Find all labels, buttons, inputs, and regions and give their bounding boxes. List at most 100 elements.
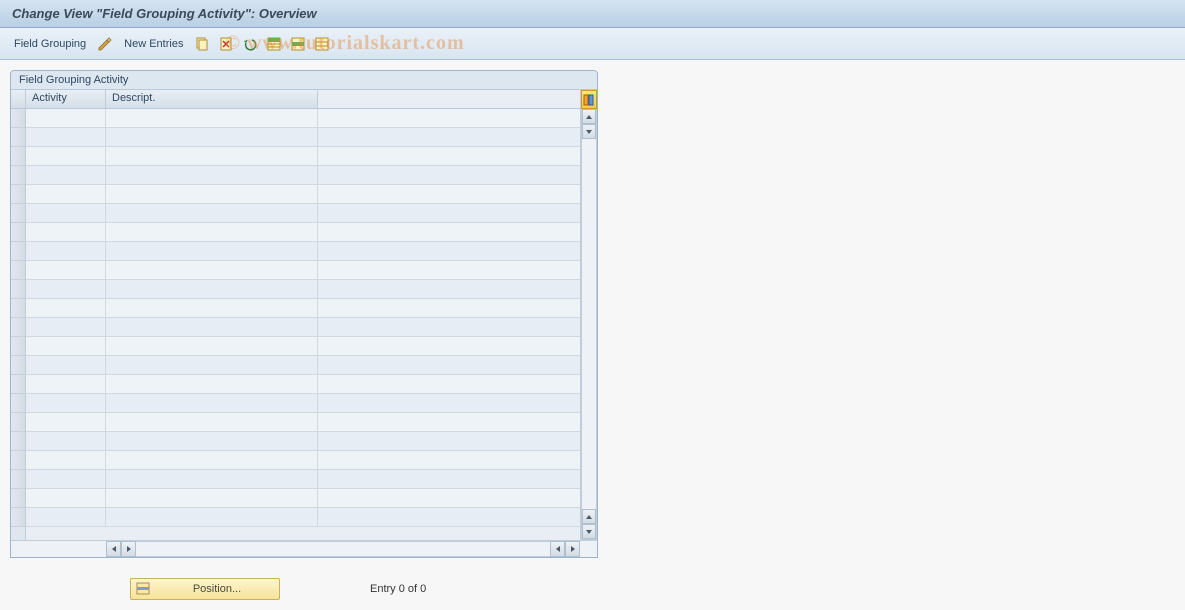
display-change-icon[interactable] <box>96 35 114 53</box>
row-selector[interactable] <box>11 280 25 299</box>
descript-input[interactable] <box>106 489 317 507</box>
position-icon <box>135 581 153 597</box>
activity-input[interactable] <box>26 166 105 184</box>
row-selector[interactable] <box>11 451 25 470</box>
descript-input[interactable] <box>106 280 317 298</box>
column-header-activity[interactable]: Activity <box>26 90 106 108</box>
scroll-left-icon[interactable] <box>106 541 121 557</box>
activity-input[interactable] <box>26 242 105 260</box>
activity-input[interactable] <box>26 185 105 203</box>
descript-input[interactable] <box>106 508 317 526</box>
activity-input[interactable] <box>26 337 105 355</box>
descript-input[interactable] <box>106 432 317 450</box>
scroll-up-icon[interactable] <box>582 109 596 124</box>
delete-icon[interactable] <box>217 35 235 53</box>
row-selector[interactable] <box>11 242 25 261</box>
activity-input[interactable] <box>26 432 105 450</box>
descript-input[interactable] <box>106 166 317 184</box>
descript-input[interactable] <box>106 223 317 241</box>
row-selector[interactable] <box>11 489 25 508</box>
row-selector[interactable] <box>11 508 25 527</box>
row-selector[interactable] <box>11 223 25 242</box>
descript-input[interactable] <box>106 413 317 431</box>
descript-input[interactable] <box>106 470 317 488</box>
footer: Position... Entry 0 of 0 <box>0 578 1185 600</box>
descript-input[interactable] <box>106 337 317 355</box>
position-button[interactable]: Position... <box>130 578 280 600</box>
table-row <box>26 356 580 375</box>
activity-input[interactable] <box>26 318 105 336</box>
activity-input[interactable] <box>26 508 105 526</box>
row-selector[interactable] <box>11 185 25 204</box>
descript-input[interactable] <box>106 261 317 279</box>
horizontal-scrollbar[interactable] <box>11 540 597 557</box>
scroll-track[interactable] <box>582 139 596 509</box>
row-selector[interactable] <box>11 204 25 223</box>
position-label: Position... <box>159 583 275 595</box>
content-area: Field Grouping Activity <box>0 60 1185 610</box>
scroll-down-icon[interactable] <box>582 524 596 539</box>
deselect-all-icon[interactable] <box>313 35 331 53</box>
descript-input[interactable] <box>106 242 317 260</box>
hscroll-track[interactable] <box>136 541 550 557</box>
row-selector[interactable] <box>11 356 25 375</box>
select-all-icon[interactable] <box>265 35 283 53</box>
descript-input[interactable] <box>106 318 317 336</box>
activity-input[interactable] <box>26 299 105 317</box>
activity-input[interactable] <box>26 204 105 222</box>
copy-icon[interactable] <box>193 35 211 53</box>
row-selector[interactable] <box>11 128 25 147</box>
descript-input[interactable] <box>106 185 317 203</box>
descript-input[interactable] <box>106 356 317 374</box>
field-grouping-button[interactable]: Field Grouping <box>10 35 90 53</box>
activity-input[interactable] <box>26 356 105 374</box>
table-row <box>26 432 580 451</box>
activity-input[interactable] <box>26 375 105 393</box>
descript-input[interactable] <box>106 451 317 469</box>
row-selector[interactable] <box>11 375 25 394</box>
activity-input[interactable] <box>26 470 105 488</box>
row-selector[interactable] <box>11 318 25 337</box>
row-selector[interactable] <box>11 337 25 356</box>
row-selector[interactable] <box>11 299 25 318</box>
column-header-descript[interactable]: Descript. <box>106 90 318 108</box>
row-selector[interactable] <box>11 413 25 432</box>
row-selector[interactable] <box>11 432 25 451</box>
row-selector[interactable] <box>11 147 25 166</box>
row-selector[interactable] <box>11 470 25 489</box>
activity-input[interactable] <box>26 413 105 431</box>
row-selector[interactable] <box>11 166 25 185</box>
table-row <box>26 470 580 489</box>
descript-input[interactable] <box>106 147 317 165</box>
descript-input[interactable] <box>106 109 317 127</box>
scroll-page-left-icon[interactable] <box>121 541 136 557</box>
activity-input[interactable] <box>26 451 105 469</box>
scroll-right-icon[interactable] <box>565 541 580 557</box>
activity-input[interactable] <box>26 489 105 507</box>
activity-input[interactable] <box>26 223 105 241</box>
descript-input[interactable] <box>106 299 317 317</box>
select-block-icon[interactable] <box>289 35 307 53</box>
descript-input[interactable] <box>106 394 317 412</box>
descript-input[interactable] <box>106 128 317 146</box>
activity-input[interactable] <box>26 280 105 298</box>
table-row <box>26 280 580 299</box>
descript-input[interactable] <box>106 204 317 222</box>
scroll-page-right-icon[interactable] <box>550 541 565 557</box>
activity-input[interactable] <box>26 147 105 165</box>
descript-input[interactable] <box>106 375 317 393</box>
row-selector[interactable] <box>11 261 25 280</box>
activity-input[interactable] <box>26 394 105 412</box>
activity-input[interactable] <box>26 261 105 279</box>
vertical-scrollbar[interactable] <box>581 109 597 540</box>
scroll-page-up-icon[interactable] <box>582 124 596 139</box>
undo-icon[interactable] <box>241 35 259 53</box>
row-selector[interactable] <box>11 109 25 128</box>
new-entries-button[interactable]: New Entries <box>120 35 187 53</box>
scroll-page-down-icon[interactable] <box>582 509 596 524</box>
table-settings-icon[interactable] <box>581 90 597 109</box>
activity-input[interactable] <box>26 128 105 146</box>
activity-input[interactable] <box>26 109 105 127</box>
row-selector[interactable] <box>11 394 25 413</box>
table-row <box>26 508 580 527</box>
